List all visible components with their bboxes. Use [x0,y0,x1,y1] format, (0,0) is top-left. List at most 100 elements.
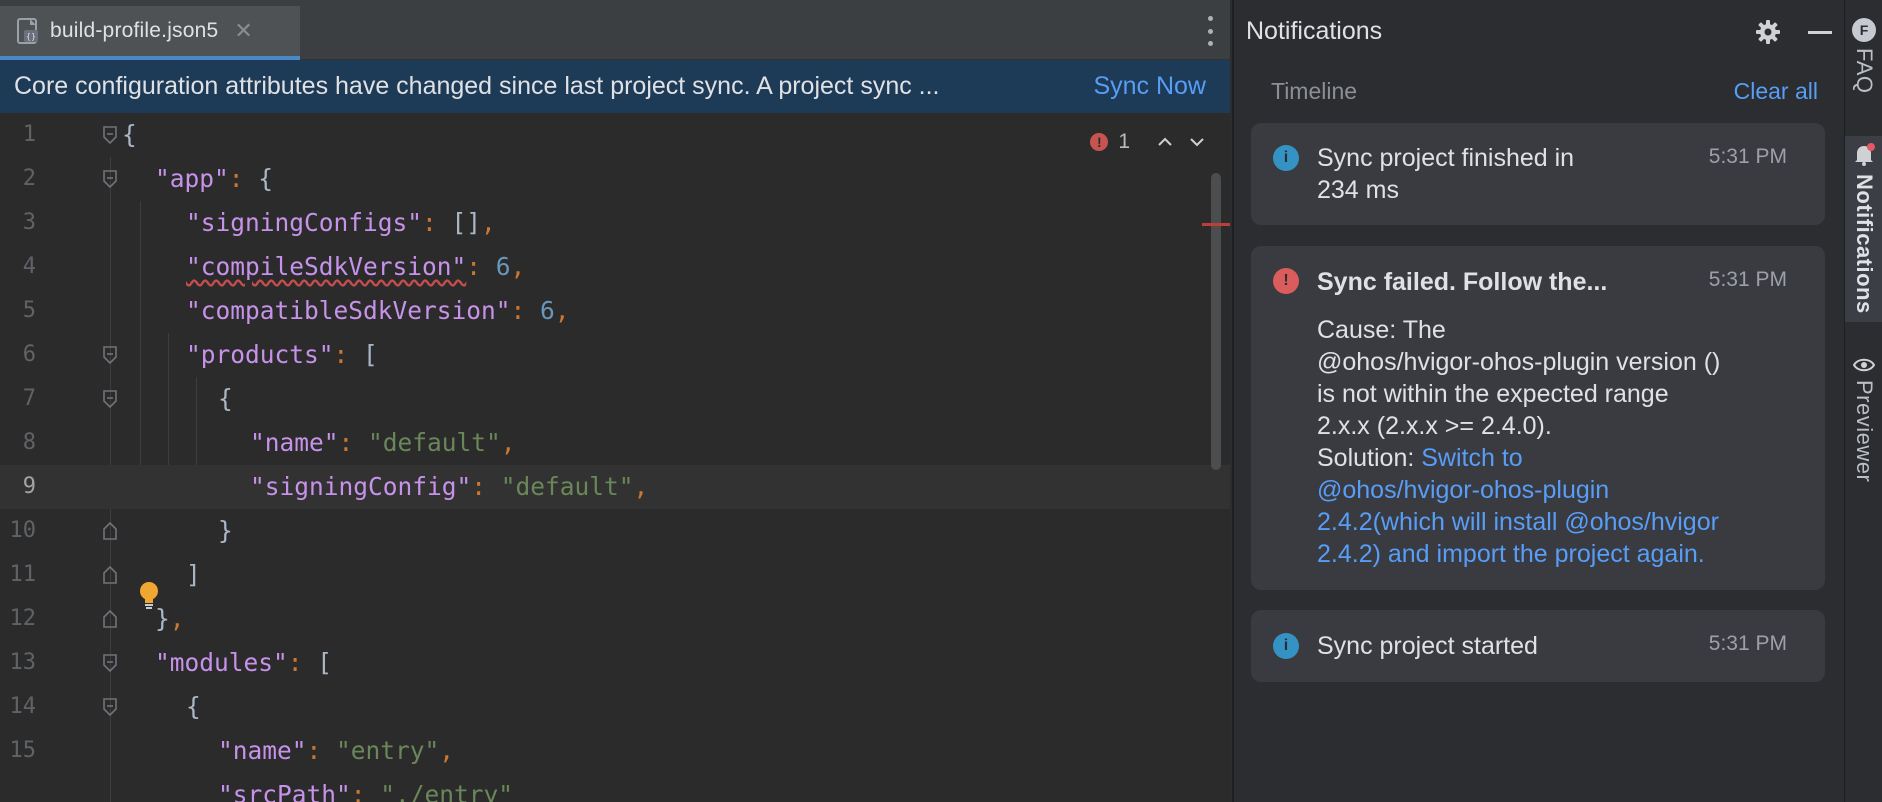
code-line: 11 ] [0,553,1230,597]
fold-icon[interactable] [102,345,118,365]
sync-banner: Core configuration attributes have chang… [0,60,1230,113]
notification-title: Sync project finished in 234 ms [1317,144,1575,204]
code-text: "compatibleSdkVersion": 6, [186,296,570,325]
code-text: { [218,384,233,413]
line-number: 15 [9,738,37,763]
code-line: 2 "app": { [0,157,1230,201]
info-icon: i [1273,633,1299,659]
code-line: 15 "name": "entry", [0,729,1230,773]
clear-all-link[interactable]: Clear all [1734,78,1818,105]
eye-icon [1852,358,1876,372]
code-text: "products": [ [186,340,378,369]
panel-title: Notifications [1246,16,1383,45]
line-number: 10 [9,518,37,543]
error-squiggle: "compileSdkVersion" [186,252,467,281]
tool-button-previewer[interactable]: Previewer [1845,356,1882,496]
timeline-label: Timeline [1271,78,1358,104]
lightbulb-icon[interactable] [137,580,161,610]
timeline-row: Timeline Clear all [1234,62,1846,122]
line-number: 5 [22,298,36,323]
tab-build-profile[interactable]: {} build-profile.json5 ✕ [0,6,300,60]
editor-tab-bar: {} build-profile.json5 ✕ [0,0,1230,60]
error-icon: ! [1273,268,1299,294]
tab-label: build-profile.json5 [50,19,219,42]
notifications-panel: Notifications Timeline Clear all i Sync … [1232,0,1844,802]
gear-icon[interactable] [1754,18,1782,46]
code-line: 13 "modules": [ [0,641,1230,685]
bell-icon [1855,143,1875,166]
fold-icon[interactable] [102,653,118,673]
chevron-up-icon[interactable] [1154,131,1176,153]
line-number: 14 [9,694,37,719]
svg-text:{}: {} [26,32,36,41]
code-text: "signingConfigs": [], [186,208,496,237]
notification-time: 5:31 PM [1708,632,1787,655]
code-text: "name": "default", [250,428,516,457]
code-line: 10 } [0,509,1230,553]
notification-card[interactable]: i Sync project started 5:31 PM [1251,610,1825,682]
fold-icon[interactable] [102,697,118,717]
code-line: 6 "products": [ [0,333,1230,377]
sync-now-link[interactable]: Sync Now [1093,72,1206,101]
notification-card[interactable]: i Sync project finished in 234 ms 5:31 P… [1251,123,1825,225]
vertical-scrollbar[interactable] [1211,173,1221,470]
code-line-current: 9 "signingConfig": "default", [0,465,1230,509]
editor-pane: {} build-profile.json5 ✕ Core configurat… [0,0,1230,802]
fold-icon[interactable] [102,125,118,145]
code-editor[interactable]: 1 { ! 1 2 "app": { 3 "signingConfigs": [… [0,113,1230,802]
json5-file-icon: {} [17,18,38,44]
line-number: 13 [9,650,37,675]
code-line: 4 "compileSdkVersion": 6, [0,245,1230,289]
fold-icon[interactable] [102,389,118,409]
line-number: 6 [22,342,36,367]
line-number: 12 [9,606,37,631]
code-text: } [218,516,233,545]
fold-end-icon[interactable] [102,565,118,585]
code-text: "signingConfig": "default", [250,472,649,501]
sync-banner-text: Core configuration attributes have chang… [14,72,940,100]
line-number: 3 [22,210,36,235]
notifications-header: Notifications [1234,0,1846,62]
chevron-down-icon[interactable] [1186,131,1208,153]
fold-end-icon[interactable] [102,609,118,629]
info-icon: i [1273,145,1299,171]
tool-button-notifications[interactable]: Notifications [1845,136,1882,322]
tool-label: Previewer [1852,380,1877,483]
line-number: 2 [22,166,36,191]
faq-icon: F [1852,18,1876,42]
line-number: 1 [22,122,36,147]
notification-card[interactable]: ! Sync failed. Follow the... 5:31 PM Cau… [1251,246,1825,590]
more-options-icon[interactable] [1204,16,1216,46]
tool-label: Notifications [1852,174,1877,314]
notification-title: Sync project started [1317,632,1538,660]
right-tool-strip: F FAQ Notifications Previewer [1844,0,1882,802]
code-line: 5 "compatibleSdkVersion": 6, [0,289,1230,333]
tool-label: FAQ [1852,48,1877,94]
code-line: 14 { [0,685,1230,729]
notification-time: 5:31 PM [1708,145,1787,168]
notification-title: Sync failed. Follow the... [1317,268,1608,296]
line-number: 8 [22,430,36,455]
tab-close-icon[interactable]: ✕ [234,18,252,44]
inspection-widget[interactable]: ! 1 [1090,130,1208,154]
line-number: 11 [9,562,37,587]
fold-end-icon[interactable] [102,521,118,541]
code-line: 3 "signingConfigs": [], [0,201,1230,245]
notification-body: Cause: The @ohos/hvigor-ohos-plugin vers… [1317,316,1721,568]
minimize-icon[interactable] [1808,31,1832,34]
code-text: { [122,120,137,149]
code-text: "name": "entry", [218,736,455,765]
code-text: "compileSdkVersion": 6, [186,252,526,281]
error-stripe-marker[interactable] [1202,223,1230,226]
code-line: "srcPath": "./entry" [0,773,1230,802]
notification-time: 5:31 PM [1708,268,1787,291]
fold-icon[interactable] [102,169,118,189]
code-line: 1 { [0,113,1230,157]
code-line: 12 }, [0,597,1230,641]
code-text: "app": { [155,164,274,193]
code-text: "modules": [ [155,648,333,677]
code-text: "srcPath": "./entry" [218,780,514,802]
error-count: 1 [1118,130,1130,153]
code-line: 8 "name": "default", [0,421,1230,465]
tool-button-faq[interactable]: F FAQ [1845,18,1882,110]
